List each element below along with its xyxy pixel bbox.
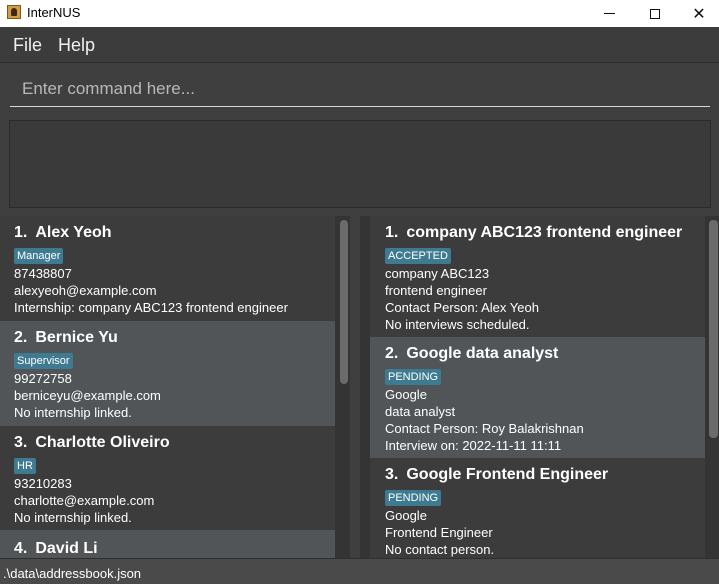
save-location: .\data\addressbook.json <box>3 566 142 581</box>
person-name: 4. David Li <box>14 540 98 557</box>
status-bar: .\data\addressbook.json <box>0 558 719 584</box>
internship-card[interactable]: 3. Google Frontend Engineer PENDING Googl… <box>370 458 705 558</box>
internship-card[interactable]: 2. Google data analyst PENDING Google dat… <box>370 337 705 458</box>
internship-role: Frontend Engineer <box>385 525 493 540</box>
command-input[interactable] <box>10 71 710 107</box>
person-list-scrollbar[interactable] <box>340 220 348 384</box>
minimize-icon <box>603 13 615 14</box>
person-email: charlotte@example.com <box>14 493 155 508</box>
internship-title: 2. Google data analyst <box>385 345 559 362</box>
internship-interview: No interviews scheduled. <box>385 317 530 332</box>
person-tag: Supervisor <box>14 353 73 369</box>
maximize-button[interactable] <box>632 0 678 27</box>
internship-title: 1. company ABC123 frontend engineer <box>385 224 683 241</box>
internship-role: data analyst <box>385 404 456 419</box>
internship-contact: Contact Person: Alex Yeoh <box>385 300 539 315</box>
result-display[interactable] <box>9 120 711 208</box>
person-card[interactable]: 2. Bernice Yu Supervisor 99272758 bernice… <box>0 321 335 426</box>
menu-help[interactable]: Help <box>58 35 95 56</box>
internship-company: Google <box>385 508 427 523</box>
person-phone: 93210283 <box>14 476 72 491</box>
person-name: 2. Bernice Yu <box>14 329 118 346</box>
internship-contact: Contact Person: Roy Balakrishnan <box>385 421 584 436</box>
person-list-panel[interactable]: 1. Alex Yeoh Manager 87438807 alexyeoh@ex… <box>0 216 350 558</box>
internship-title: 3. Google Frontend Engineer <box>385 466 609 483</box>
person-phone: 87438807 <box>14 266 72 281</box>
close-icon: ✕ <box>692 5 706 23</box>
person-tag: Manager <box>14 248 64 264</box>
person-internship: No internship linked. <box>14 405 132 420</box>
internship-contact: No contact person. <box>385 542 495 557</box>
internship-list-panel[interactable]: 1. company ABC123 frontend engineer ACCEP… <box>360 216 719 558</box>
internship-card[interactable]: 1. company ABC123 frontend engineer ACCEP… <box>370 216 705 337</box>
person-phone: 99272758 <box>14 371 72 386</box>
person-email: alexyeoh@example.com <box>14 283 157 298</box>
person-name: 3. Charlotte Oliveiro <box>14 434 170 451</box>
person-card[interactable]: 3. Charlotte Oliveiro HR 93210283 charlot… <box>0 426 335 530</box>
command-box <box>0 63 719 111</box>
internship-company: Google <box>385 387 427 402</box>
person-card[interactable]: 4. David Li <box>0 530 335 558</box>
person-card[interactable]: 1. Alex Yeoh Manager 87438807 alexyeoh@ex… <box>0 216 335 321</box>
person-internship: Internship: company ABC123 frontend engi… <box>14 300 288 315</box>
menu-bar: File Help <box>0 27 719 63</box>
split-divider <box>0 208 719 216</box>
window-title: InterNUS <box>27 5 81 20</box>
person-name: 1. Alex Yeoh <box>14 224 112 241</box>
internship-company: company ABC123 <box>385 266 490 281</box>
person-internship: No internship linked. <box>14 510 132 525</box>
person-email: berniceyu@example.com <box>14 388 161 403</box>
internship-status-badge: PENDING <box>385 490 442 506</box>
person-tag: HR <box>14 458 36 474</box>
app-logo-icon <box>7 5 21 19</box>
menu-file[interactable]: File <box>13 35 42 56</box>
minimize-button[interactable] <box>586 0 632 27</box>
internship-status-badge: ACCEPTED <box>385 248 451 264</box>
title-bar: InterNUS ✕ <box>0 0 719 27</box>
internship-role: frontend engineer <box>385 283 487 298</box>
internship-list-scrollbar[interactable] <box>709 220 718 438</box>
internship-status-badge: PENDING <box>385 369 442 385</box>
internship-interview: Interview on: 2022-11-11 11:11 <box>385 438 562 453</box>
close-button[interactable]: ✕ <box>676 0 719 27</box>
maximize-icon <box>650 8 660 19</box>
